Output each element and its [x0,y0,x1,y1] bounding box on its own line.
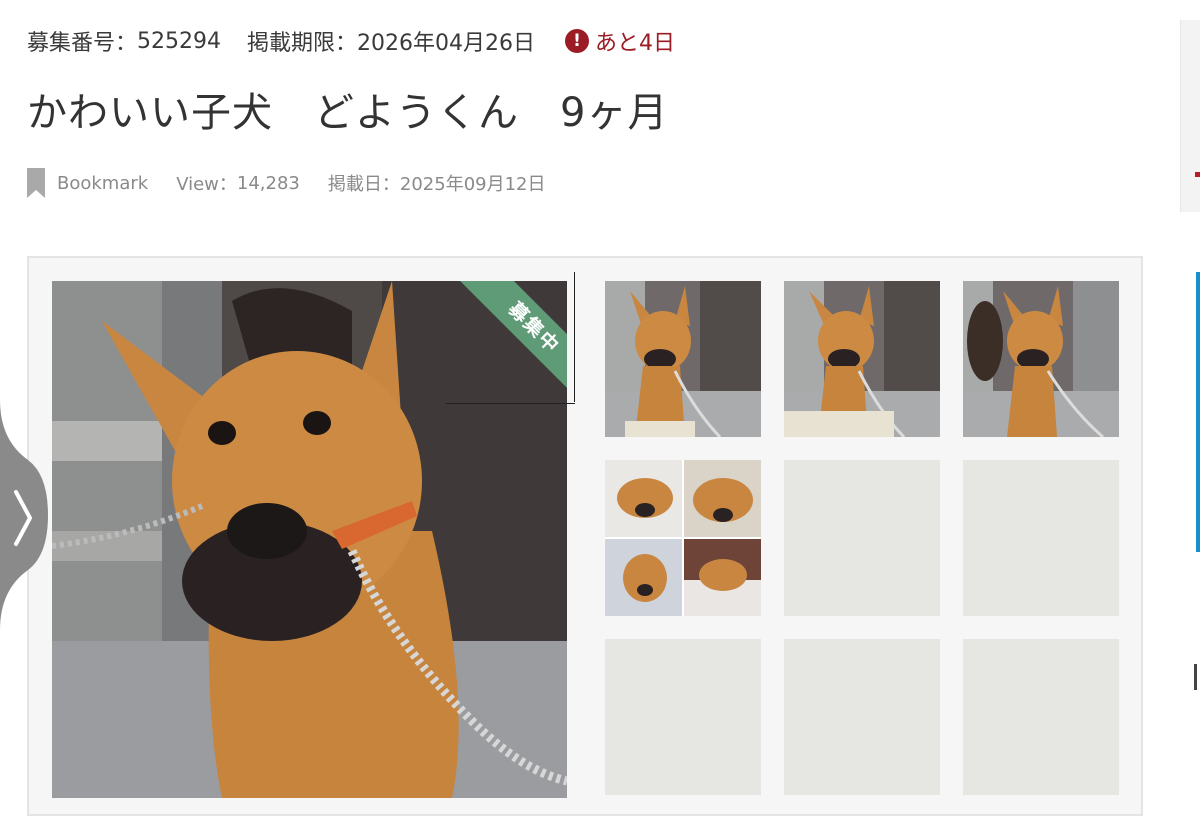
thumbnail-placeholder [963,460,1119,616]
carousel-handle[interactable] [0,400,48,630]
thumbnail-placeholder [963,639,1119,795]
thumbnail[interactable] [963,281,1119,437]
recruit-number: 525294 [137,28,221,54]
thumbnail-placeholder [605,639,761,795]
bookmark-icon[interactable] [27,168,45,198]
sidebar-marker [1195,172,1200,177]
sidebar-panel [1180,20,1200,212]
listing-stats: Bookmark View： 14,283 掲載日： 2025年09月12日 [27,166,546,200]
remaining-days-text: あと4日 [595,31,675,56]
remaining-days-badge: ! あと4日 [565,25,675,57]
thumbnail-image [605,460,761,616]
photo-gallery: 募集中 [27,256,1143,816]
listing-meta: 募集番号： 525294 掲載期限： 2026年04月26日 ! あと4日 [27,24,675,58]
main-photo[interactable]: 募集中 [52,281,567,798]
thumbnail-image [784,281,940,437]
deadline-date: 2026年04月26日 [357,31,535,56]
recruit-label: 募集番号： [27,31,138,56]
view-label: View： [176,174,237,195]
thumbnail-placeholder [784,460,940,616]
thumbnail-placeholder [784,639,940,795]
thumbnail[interactable] [784,281,940,437]
posted-date: 2025年09月12日 [399,174,546,195]
status-ribbon: 募集中 [445,281,567,405]
sidebar-marker [1194,664,1197,690]
view-count: 14,283 [236,172,300,194]
exclamation-circle-icon: ! [565,29,589,53]
chevron-right-icon[interactable] [0,400,48,630]
thumbnail[interactable] [605,281,761,437]
divider [446,403,575,404]
bookmark-button[interactable]: Bookmark [57,173,148,194]
posted-label: 掲載日： [327,174,400,195]
thumbnail-image [605,281,761,437]
status-ribbon-label: 募集中 [453,281,567,405]
page-title: かわいい子犬 どようくん 9ヶ月 [27,90,669,136]
divider [574,272,575,402]
deadline-label: 掲載期限： [247,31,358,56]
thumbnail[interactable] [605,460,761,616]
thumbnail-image [963,281,1119,437]
sidebar-banner[interactable] [1196,272,1200,552]
